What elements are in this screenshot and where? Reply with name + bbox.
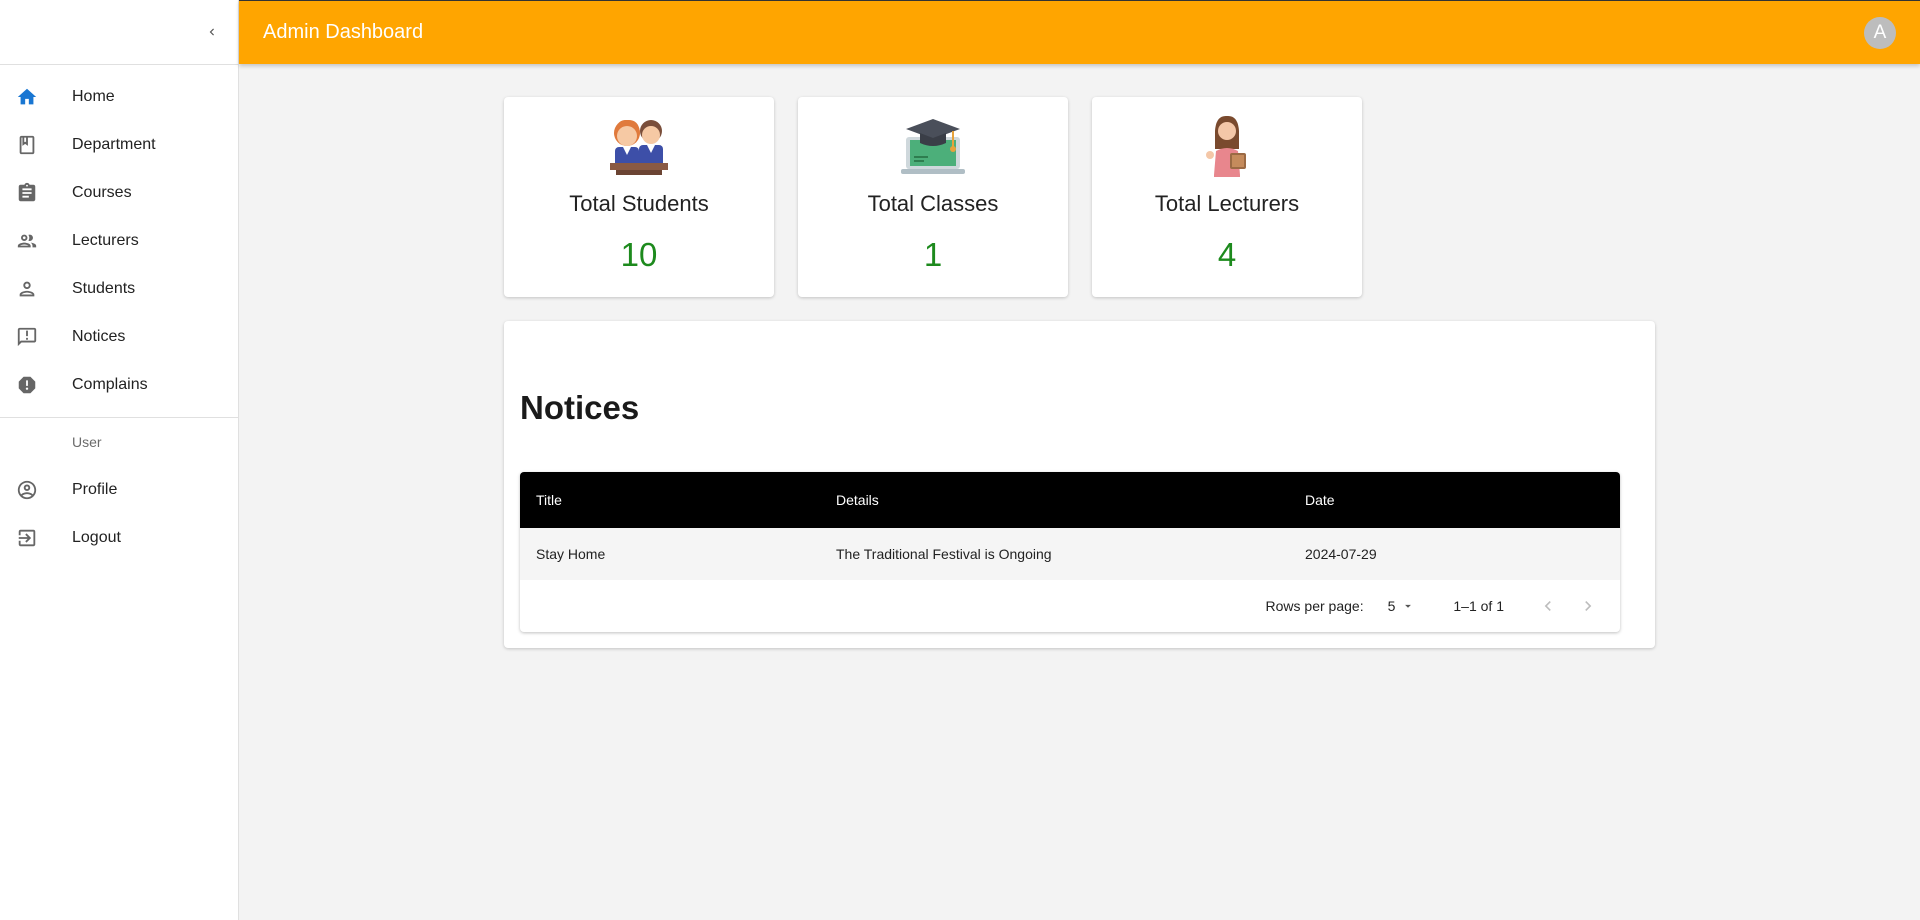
home-icon <box>17 88 37 105</box>
user-nav: Profile Logout <box>0 466 238 562</box>
app-title: Admin Dashboard <box>263 21 424 43</box>
sidebar-item-label: Department <box>72 136 156 153</box>
logout-icon <box>18 529 36 547</box>
stat-card-students: Total Students 10 <box>504 97 774 297</box>
students-illustration-icon <box>610 119 668 175</box>
sidebar-item-label: Profile <box>72 481 118 498</box>
column-header-date: Date <box>1305 492 1335 508</box>
graduation-laptop-icon <box>901 119 965 174</box>
app-bar: Admin Dashboard A <box>239 0 1920 64</box>
avatar[interactable]: A <box>1864 17 1896 49</box>
cell-date: 2024-07-29 <box>1305 546 1377 562</box>
rows-per-page-select[interactable]: 5 <box>1388 598 1416 614</box>
stat-card-lecturers: Total Lecturers 4 <box>1092 97 1362 297</box>
rows-per-page-label: Rows per page: <box>1265 598 1364 614</box>
sidebar-item-students[interactable]: Students <box>0 265 238 313</box>
sidebar-item-label: Logout <box>72 529 121 546</box>
notices-heading: Notices <box>520 389 640 426</box>
previous-page-button[interactable] <box>1528 586 1568 626</box>
sidebar-item-notices[interactable]: Notices <box>0 313 238 361</box>
stat-card-classes: Total Classes 1 <box>798 97 1068 297</box>
sidebar-item-home[interactable]: Home <box>0 73 238 121</box>
drawer-header <box>0 0 238 65</box>
table-header-row: Title Details Date <box>520 472 1620 528</box>
stat-value: 1 <box>923 236 943 273</box>
stat-title: Total Classes <box>867 191 999 216</box>
lecturer-illustration-icon <box>1206 115 1246 177</box>
sidebar-item-label: Notices <box>72 328 126 345</box>
notices-table: Title Details Date Stay Home The Traditi… <box>520 472 1620 632</box>
rows-per-page-value: 5 <box>1387 598 1396 614</box>
dropdown-arrow-icon <box>1405 604 1412 608</box>
sidebar-item-label: Home <box>72 88 115 105</box>
people-icon <box>17 234 37 248</box>
report-icon <box>18 376 36 394</box>
chevron-left-icon <box>1544 601 1551 611</box>
stat-value: 4 <box>1217 236 1237 273</box>
sidebar-item-logout[interactable]: Logout <box>0 514 238 562</box>
main-nav: Home Department Courses Lecturers Studen… <box>0 65 238 409</box>
collapse-drawer-button[interactable] <box>198 18 226 46</box>
next-page-button[interactable] <box>1568 586 1608 626</box>
table-pagination: Rows per page: 5 1–1 of 1 <box>520 580 1620 632</box>
sidebar-item-courses[interactable]: Courses <box>0 169 238 217</box>
sidebar-item-department[interactable]: Department <box>0 121 238 169</box>
stat-title: Total Lecturers <box>1154 191 1300 216</box>
sidebar-item-label: Courses <box>72 184 132 201</box>
table-row[interactable]: Stay Home The Traditional Festival is On… <box>520 528 1620 580</box>
sidebar-item-profile[interactable]: Profile <box>0 466 238 514</box>
cell-details: The Traditional Festival is Ongoing <box>836 546 1052 562</box>
sidebar-item-label: Students <box>72 280 136 297</box>
column-header-title: Title <box>536 492 562 508</box>
book-icon <box>19 135 35 155</box>
user-section-header: User <box>72 434 102 450</box>
stat-value: 10 <box>620 236 658 273</box>
cell-title: Stay Home <box>536 546 606 562</box>
sidebar-item-label: Complains <box>72 376 148 393</box>
feedback-icon <box>17 327 37 347</box>
sidebar-item-lecturers[interactable]: Lecturers <box>0 217 238 265</box>
sidebar-item-label: Lecturers <box>72 232 139 249</box>
sidebar-item-complains[interactable]: Complains <box>0 361 238 409</box>
chevron-right-icon <box>1585 601 1592 611</box>
notices-panel: Notices Title Details Date Stay Home The… <box>504 321 1655 648</box>
stat-title: Total Students <box>569 191 709 216</box>
account-circle-icon <box>17 480 37 500</box>
sidebar-drawer: Home Department Courses Lecturers Studen… <box>0 0 239 920</box>
pagination-range: 1–1 of 1 <box>1453 598 1504 614</box>
person-icon <box>19 281 35 297</box>
clipboard-icon <box>18 182 36 202</box>
column-header-details: Details <box>836 492 879 508</box>
chevron-left-icon <box>209 28 214 36</box>
